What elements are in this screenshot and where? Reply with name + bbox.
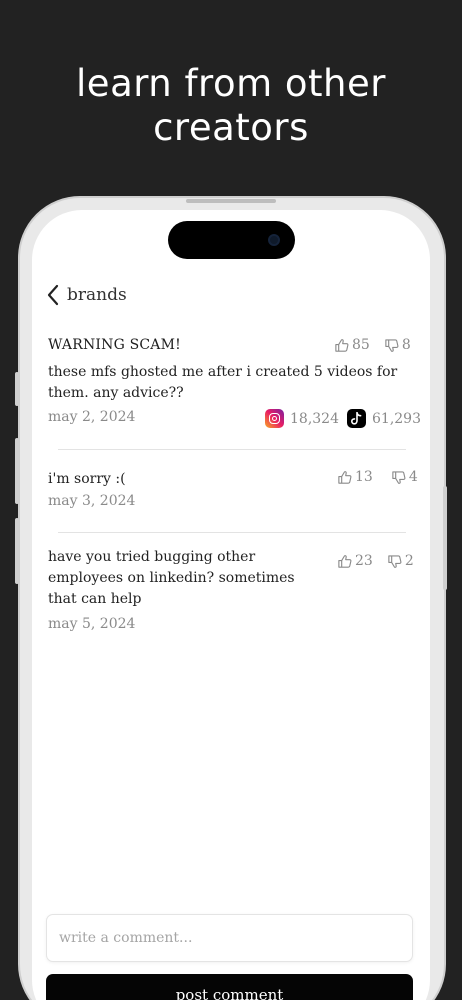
thumbs-up-icon <box>335 338 349 352</box>
phone-power-button <box>443 486 447 590</box>
post-comment-label: post comment <box>175 986 284 1000</box>
headline-line-2: creators <box>153 106 309 149</box>
comment-votes: 13 4 <box>337 469 418 485</box>
chevron-left-icon <box>47 284 59 306</box>
instagram-count: 18,324 <box>290 410 339 427</box>
phone-speaker <box>186 199 276 203</box>
tiktok-icon <box>347 409 366 428</box>
back-button[interactable]: brands <box>46 283 127 307</box>
like-count: 23 <box>355 553 373 569</box>
thumbs-up-icon <box>338 554 352 568</box>
dislike-button[interactable]: 4 <box>391 469 418 485</box>
thumbs-down-icon <box>388 554 402 568</box>
comment-date-row: may 5, 2024 <box>48 616 416 632</box>
post-votes: 85 8 <box>334 337 411 353</box>
divider <box>58 449 406 450</box>
thumbs-down-icon <box>392 470 406 484</box>
comment-input[interactable] <box>46 914 413 962</box>
like-button[interactable]: 13 <box>337 469 373 485</box>
divider <box>58 532 406 533</box>
dislike-count: 4 <box>408 469 418 485</box>
instagram-icon <box>265 409 284 428</box>
marketing-headline: learn from other creators <box>0 62 462 150</box>
headline-line-1: learn from other <box>76 62 386 105</box>
back-label: brands <box>67 285 127 305</box>
comment-date-row: may 3, 2024 <box>48 493 416 509</box>
dislike-count: 8 <box>401 337 411 353</box>
tiktok-stat[interactable]: 61,293 <box>347 409 421 428</box>
phone-action-button <box>15 372 19 406</box>
dislike-count: 2 <box>404 553 414 569</box>
phone-volume-down-button <box>15 518 19 584</box>
thumbs-up-icon <box>338 470 352 484</box>
dislike-button[interactable]: 2 <box>387 553 414 569</box>
comment-body-line-2: employees on linkedin? sometimes <box>48 570 295 586</box>
like-count: 13 <box>355 469 373 485</box>
post-body-line-1: these mfs ghosted me after i created 5 v… <box>48 364 398 380</box>
comment-body-line-3: that can help <box>48 591 142 607</box>
phone-volume-up-button <box>15 438 19 504</box>
comment-date: may 5, 2024 <box>48 616 136 632</box>
post-body: these mfs ghosted me after i created 5 v… <box>48 362 416 404</box>
like-button[interactable]: 85 <box>334 337 370 353</box>
comment-votes: 23 2 <box>337 553 414 569</box>
comment-date: may 3, 2024 <box>48 493 136 509</box>
dislike-button[interactable]: 8 <box>384 337 411 353</box>
post-body-line-2: them. any advice?? <box>48 385 184 401</box>
post-comment-button[interactable]: post comment <box>46 974 413 1000</box>
like-count: 85 <box>352 337 370 353</box>
instagram-stat[interactable]: 18,324 <box>265 409 339 428</box>
tiktok-count: 61,293 <box>372 410 421 427</box>
like-button[interactable]: 23 <box>337 553 373 569</box>
thumbs-down-icon <box>385 338 399 352</box>
front-camera <box>268 234 280 246</box>
